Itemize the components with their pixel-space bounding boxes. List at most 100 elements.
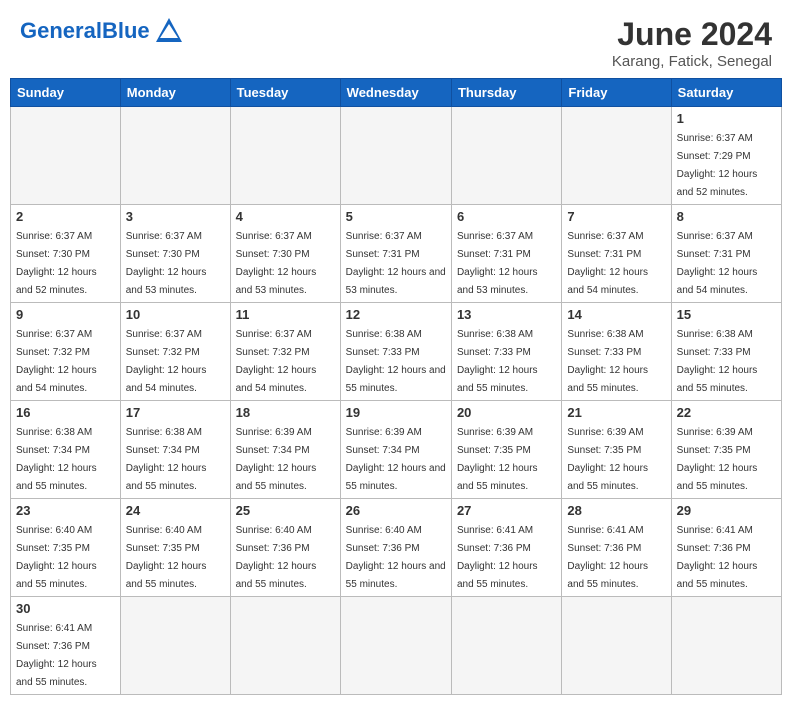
day-number: 12 (346, 307, 446, 322)
day-cell (562, 107, 671, 205)
day-cell (671, 597, 781, 695)
day-number: 6 (457, 209, 556, 224)
day-number: 27 (457, 503, 556, 518)
day-number: 23 (16, 503, 115, 518)
day-cell: 26Sunrise: 6:40 AMSunset: 7:36 PMDayligh… (340, 499, 451, 597)
day-number: 29 (677, 503, 776, 518)
day-info: Sunrise: 6:38 AMSunset: 7:33 PMDaylight:… (677, 329, 758, 394)
day-cell: 15 Sunrise: 6:38 AMSunset: 7:33 PMDayligh… (671, 303, 781, 401)
day-number: 13 (457, 307, 556, 322)
weekday-tuesday: Tuesday (230, 79, 340, 107)
day-info: Sunrise: 6:39 AMSunset: 7:35 PMDaylight:… (677, 427, 758, 492)
logo-icon (154, 16, 184, 46)
week-row-1: 1 Sunrise: 6:37 AMSunset: 7:29 PMDaylight… (11, 107, 782, 205)
week-row-3: 9 Sunrise: 6:37 AMSunset: 7:32 PMDaylight… (11, 303, 782, 401)
day-info: Sunrise: 6:38 AMSunset: 7:33 PMDaylight:… (346, 329, 446, 394)
day-cell (340, 107, 451, 205)
day-number: 16 (16, 405, 115, 420)
day-info: Sunrise: 6:39 AMSunset: 7:34 PMDaylight:… (346, 427, 446, 492)
day-info: Sunrise: 6:41 AMSunset: 7:36 PMDaylight:… (457, 525, 538, 590)
weekday-monday: Monday (120, 79, 230, 107)
day-cell: 14Sunrise: 6:38 AMSunset: 7:33 PMDayligh… (562, 303, 671, 401)
day-cell: 13 Sunrise: 6:38 AMSunset: 7:33 PMDayligh… (451, 303, 561, 401)
week-row-6: 30 Sunrise: 6:41 AMSunset: 7:36 PMDayligh… (11, 597, 782, 695)
weekday-header-row: SundayMondayTuesdayWednesdayThursdayFrid… (11, 79, 782, 107)
day-number: 2 (16, 209, 115, 224)
day-number: 19 (346, 405, 446, 420)
day-number: 18 (236, 405, 335, 420)
day-cell: 28 Sunrise: 6:41 AMSunset: 7:36 PMDayligh… (562, 499, 671, 597)
day-cell (340, 597, 451, 695)
day-info: Sunrise: 6:41 AMSunset: 7:36 PMDaylight:… (567, 525, 648, 590)
calendar-subtitle: Karang, Fatick, Senegal (612, 53, 772, 70)
day-info: Sunrise: 6:37 AMSunset: 7:31 PMDaylight:… (567, 231, 648, 296)
day-cell: 20 Sunrise: 6:39 AMSunset: 7:35 PMDayligh… (451, 401, 561, 499)
day-cell: 24 Sunrise: 6:40 AMSunset: 7:35 PMDayligh… (120, 499, 230, 597)
day-cell: 10Sunrise: 6:37 AMSunset: 7:32 PMDayligh… (120, 303, 230, 401)
day-info: Sunrise: 6:37 AMSunset: 7:32 PMDaylight:… (236, 329, 317, 394)
day-cell: 7 Sunrise: 6:37 AMSunset: 7:31 PMDaylight… (562, 205, 671, 303)
day-number: 4 (236, 209, 335, 224)
day-number: 24 (126, 503, 225, 518)
day-number: 5 (346, 209, 446, 224)
week-row-4: 16 Sunrise: 6:38 AMSunset: 7:34 PMDayligh… (11, 401, 782, 499)
day-info: Sunrise: 6:41 AMSunset: 7:36 PMDaylight:… (16, 623, 97, 688)
day-cell (120, 107, 230, 205)
day-cell: 23 Sunrise: 6:40 AMSunset: 7:35 PMDayligh… (11, 499, 121, 597)
calendar-wrapper: SundayMondayTuesdayWednesdayThursdayFrid… (0, 78, 792, 705)
day-cell: 18 Sunrise: 6:39 AMSunset: 7:34 PMDayligh… (230, 401, 340, 499)
day-number: 15 (677, 307, 776, 322)
day-number: 11 (236, 307, 335, 322)
day-info: Sunrise: 6:38 AMSunset: 7:33 PMDaylight:… (567, 329, 648, 394)
day-info: Sunrise: 6:41 AMSunset: 7:36 PMDaylight:… (677, 525, 758, 590)
day-info: Sunrise: 6:38 AMSunset: 7:33 PMDaylight:… (457, 329, 538, 394)
day-number: 20 (457, 405, 556, 420)
day-number: 8 (677, 209, 776, 224)
day-cell: 12 Sunrise: 6:38 AMSunset: 7:33 PMDayligh… (340, 303, 451, 401)
day-number: 7 (567, 209, 665, 224)
day-info: Sunrise: 6:40 AMSunset: 7:36 PMDaylight:… (346, 525, 446, 590)
day-info: Sunrise: 6:37 AMSunset: 7:32 PMDaylight:… (16, 329, 97, 394)
day-cell: 22Sunrise: 6:39 AMSunset: 7:35 PMDayligh… (671, 401, 781, 499)
day-info: Sunrise: 6:37 AMSunset: 7:32 PMDaylight:… (126, 329, 207, 394)
day-info: Sunrise: 6:40 AMSunset: 7:35 PMDaylight:… (16, 525, 97, 590)
weekday-sunday: Sunday (11, 79, 121, 107)
day-cell: 3Sunrise: 6:37 AMSunset: 7:30 PMDaylight… (120, 205, 230, 303)
day-cell: 1 Sunrise: 6:37 AMSunset: 7:29 PMDaylight… (671, 107, 781, 205)
day-number: 21 (567, 405, 665, 420)
day-info: Sunrise: 6:38 AMSunset: 7:34 PMDaylight:… (126, 427, 207, 492)
day-info: Sunrise: 6:39 AMSunset: 7:34 PMDaylight:… (236, 427, 317, 492)
day-cell: 29 Sunrise: 6:41 AMSunset: 7:36 PMDayligh… (671, 499, 781, 597)
day-cell: 27 Sunrise: 6:41 AMSunset: 7:36 PMDayligh… (451, 499, 561, 597)
day-cell: 30 Sunrise: 6:41 AMSunset: 7:36 PMDayligh… (11, 597, 121, 695)
day-info: Sunrise: 6:39 AMSunset: 7:35 PMDaylight:… (567, 427, 648, 492)
day-cell: 6 Sunrise: 6:37 AMSunset: 7:31 PMDaylight… (451, 205, 561, 303)
day-info: Sunrise: 6:37 AMSunset: 7:31 PMDaylight:… (457, 231, 538, 296)
logo: GeneralBlue (20, 16, 184, 46)
page-header: GeneralBlue June 2024 Karang, Fatick, Se… (0, 0, 792, 78)
weekday-friday: Friday (562, 79, 671, 107)
day-cell (120, 597, 230, 695)
day-cell (562, 597, 671, 695)
day-info: Sunrise: 6:38 AMSunset: 7:34 PMDaylight:… (16, 427, 97, 492)
calendar-title: June 2024 (612, 16, 772, 53)
logo-wordmark: GeneralBlue (20, 18, 150, 44)
logo-blue: Blue (102, 18, 150, 43)
day-number: 1 (677, 111, 776, 126)
day-cell: 19 Sunrise: 6:39 AMSunset: 7:34 PMDayligh… (340, 401, 451, 499)
day-number: 30 (16, 601, 115, 616)
day-info: Sunrise: 6:40 AMSunset: 7:35 PMDaylight:… (126, 525, 207, 590)
day-number: 28 (567, 503, 665, 518)
day-info: Sunrise: 6:37 AMSunset: 7:29 PMDaylight:… (677, 133, 758, 198)
day-number: 9 (16, 307, 115, 322)
day-cell: 21 Sunrise: 6:39 AMSunset: 7:35 PMDayligh… (562, 401, 671, 499)
title-block: June 2024 Karang, Fatick, Senegal (612, 16, 772, 70)
logo-text: GeneralBlue (20, 18, 150, 43)
day-number: 25 (236, 503, 335, 518)
weekday-wednesday: Wednesday (340, 79, 451, 107)
day-info: Sunrise: 6:37 AMSunset: 7:30 PMDaylight:… (126, 231, 207, 296)
day-info: Sunrise: 6:39 AMSunset: 7:35 PMDaylight:… (457, 427, 538, 492)
day-number: 17 (126, 405, 225, 420)
day-cell (230, 107, 340, 205)
day-info: Sunrise: 6:40 AMSunset: 7:36 PMDaylight:… (236, 525, 317, 590)
